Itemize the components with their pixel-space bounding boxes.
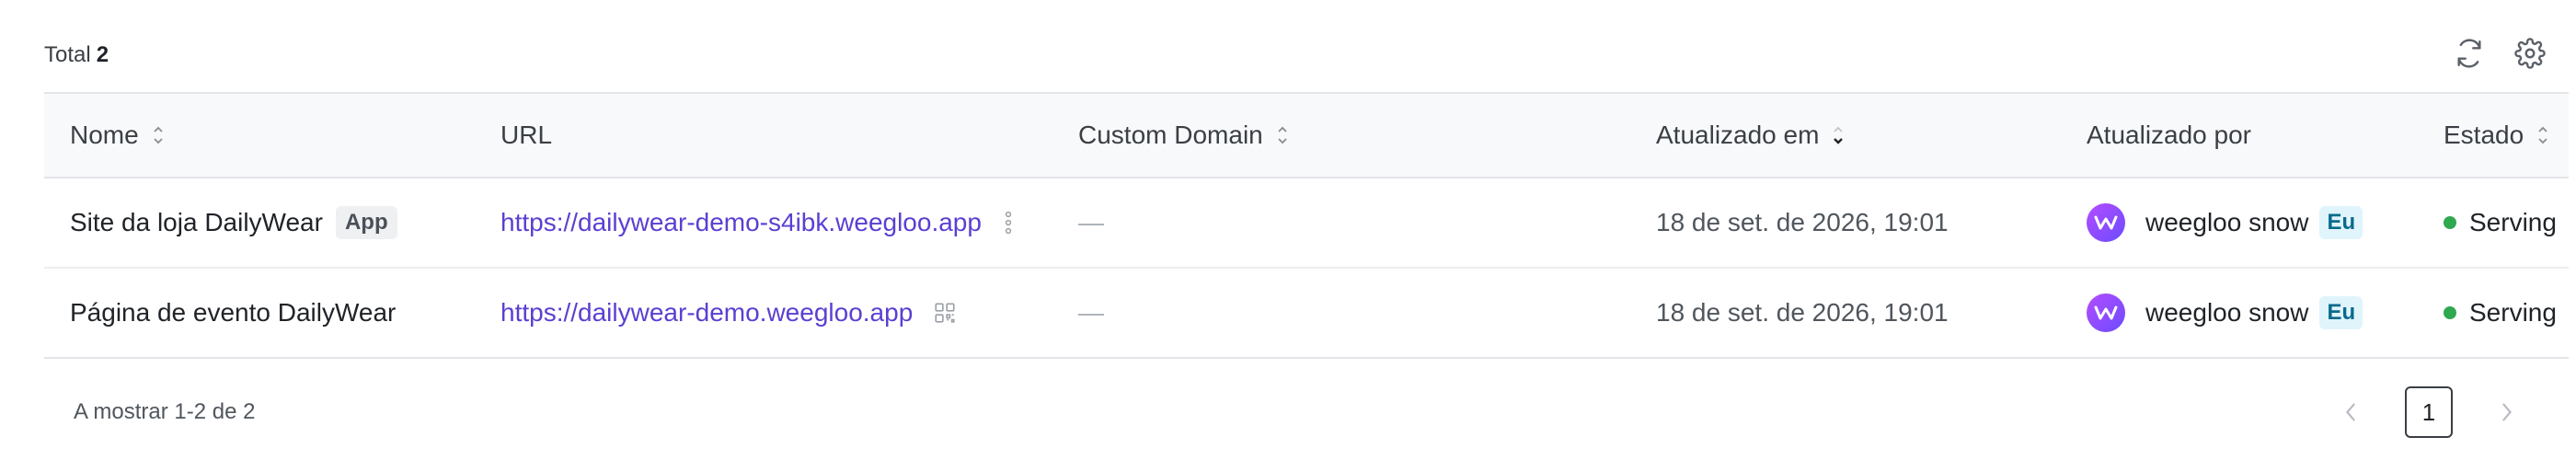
chevron-left-icon <box>2345 403 2355 421</box>
sort-icon <box>154 126 163 144</box>
pagination-summary: A mostrar 1-2 de 2 <box>74 399 256 424</box>
updated-by-name: weegloo snow <box>2145 298 2309 327</box>
table-row[interactable]: Página de evento DailyWear https://daily… <box>44 269 2569 359</box>
column-header-nome[interactable]: Nome <box>70 94 165 177</box>
updated-by-name: weegloo snow <box>2145 208 2309 236</box>
weegloo-logo-icon <box>2094 215 2118 230</box>
column-header-custom-domain[interactable]: Custom Domain <box>1078 94 1289 177</box>
sites-table: Nome URL Custom Domain Atualizado em Atu… <box>44 92 2569 359</box>
site-url-link[interactable]: https://dailywear-demo.weegloo.app <box>500 298 913 328</box>
avatar <box>2087 293 2125 332</box>
page-1-button[interactable]: 1 <box>2405 386 2453 438</box>
qr-code-icon[interactable] <box>933 301 957 325</box>
table-toolbar: Total 2 <box>44 35 2548 72</box>
status-dot-icon <box>2444 216 2456 229</box>
status-dot-icon <box>2444 306 2456 319</box>
status-text: Serving <box>2469 298 2557 327</box>
refresh-button[interactable] <box>2451 35 2488 72</box>
updated-by-cell: weegloo snow Eu <box>2087 178 2363 267</box>
column-header-estado[interactable]: Estado <box>2444 94 2549 177</box>
custom-domain-cell: — <box>1078 208 1104 236</box>
updated-at-cell: 18 de set. de 2026, 19:01 <box>1656 298 1949 327</box>
chevron-right-icon <box>2502 403 2513 421</box>
refresh-icon <box>2457 39 2481 68</box>
avatar <box>2087 203 2125 242</box>
app-tag: App <box>335 206 397 239</box>
updated-by-cell: weegloo snow Eu <box>2087 269 2363 357</box>
url-cell: https://dailywear-demo.weegloo.app <box>500 269 957 357</box>
site-name-cell: Site da loja DailyWear App <box>70 178 397 267</box>
total-label: Total <box>44 42 91 67</box>
column-header-atualizado-em[interactable]: Atualizado em <box>1656 94 1845 177</box>
status-text: Serving <box>2469 208 2557 236</box>
total-number: 2 <box>96 42 109 67</box>
gear-icon <box>2514 38 2546 69</box>
site-name-cell: Página de evento DailyWear <box>70 269 396 357</box>
pagination: 1 <box>2337 386 2521 438</box>
previous-page-button[interactable] <box>2337 398 2364 426</box>
me-badge: Eu <box>2319 206 2363 239</box>
more-vertical-icon[interactable] <box>1002 209 1015 236</box>
site-url-link[interactable]: https://dailywear-demo-s4ibk.weegloo.app <box>500 208 982 237</box>
weegloo-logo-icon <box>2094 305 2118 320</box>
table-row[interactable]: Site da loja DailyWear App https://daily… <box>44 178 2569 269</box>
me-badge: Eu <box>2319 296 2363 329</box>
table-footer: A mostrar 1-2 de 2 1 <box>74 386 2548 442</box>
sort-desc-icon <box>1834 126 1844 144</box>
url-cell: https://dailywear-demo-s4ibk.weegloo.app <box>500 178 1015 267</box>
total-count: Total 2 <box>44 42 109 68</box>
status-cell: Serving <box>2444 269 2557 357</box>
custom-domain-cell: — <box>1078 298 1104 327</box>
site-name: Página de evento DailyWear <box>70 298 397 327</box>
sort-icon <box>2538 126 2547 144</box>
table-header: Nome URL Custom Domain Atualizado em Atu… <box>44 92 2569 178</box>
settings-button[interactable] <box>2512 35 2548 72</box>
sort-icon <box>1278 126 1287 144</box>
status-cell: Serving <box>2444 178 2557 267</box>
next-page-button[interactable] <box>2493 398 2521 426</box>
site-name: Site da loja DailyWear <box>70 208 323 236</box>
updated-at-cell: 18 de set. de 2026, 19:01 <box>1656 208 1949 236</box>
column-header-url: URL <box>500 121 553 149</box>
column-header-atualizado-por: Atualizado por <box>2087 121 2252 149</box>
